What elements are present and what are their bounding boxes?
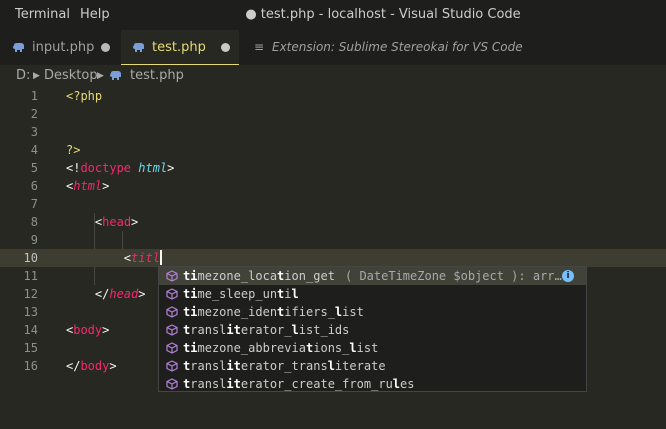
php-elephant-icon: [133, 43, 144, 52]
line-number: 14: [23, 323, 38, 337]
suggest-item[interactable]: timezone_abbreviations_list: [159, 339, 586, 357]
suggest-item[interactable]: timezone_location_get ( DateTimeZone $obj…: [159, 267, 586, 285]
text-cursor: [159, 250, 162, 265]
info-icon[interactable]: i: [562, 270, 574, 282]
line-number: 5: [30, 161, 38, 175]
suggest-item[interactable]: transliterator_create_from_rules: [159, 375, 586, 393]
line-number: 15: [23, 341, 38, 355]
code-line-current[interactable]: 10 <titl: [0, 249, 666, 267]
suggest-item-label: timezone_location_get: [183, 269, 335, 283]
suggest-item[interactable]: transliterator_list_ids: [159, 321, 586, 339]
title-bar: Terminal Help ● test.php - localhost - V…: [0, 0, 666, 30]
method-cube-icon: [166, 378, 178, 390]
code-text: <html>: [66, 179, 110, 193]
code-line[interactable]: 7: [0, 195, 666, 213]
tab-label: input.php: [32, 40, 95, 55]
tab-test-php[interactable]: test.php: [121, 30, 239, 65]
code-line[interactable]: 1 <?php: [0, 87, 666, 105]
code-text: <?php: [66, 89, 103, 103]
suggest-item-label: transliterator_transliterate: [183, 359, 386, 373]
code-text: <body>: [66, 323, 110, 337]
breadcrumb-file[interactable]: test.php: [130, 65, 184, 87]
tab-label: test.php: [152, 40, 206, 55]
method-cube-icon: [166, 360, 178, 372]
line-number: 9: [30, 233, 38, 247]
code-line[interactable]: 2: [0, 105, 666, 123]
chevron-right-icon: ▶: [33, 71, 40, 81]
tab-extension[interactable]: ≡ Extension: Sublime Stereokai for VS Co…: [239, 30, 523, 65]
line-number: 8: [30, 215, 38, 229]
suggest-item[interactable]: transliterator_transliterate: [159, 357, 586, 375]
suggest-item-label: transliterator_list_ids: [183, 323, 350, 337]
modified-dot-icon[interactable]: [101, 43, 110, 52]
suggest-item-label: transliterator_create_from_rules: [183, 377, 415, 391]
code-line[interactable]: 3: [0, 123, 666, 141]
tab-bar: input.php test.php ≡ Extension: Sublime …: [0, 30, 666, 65]
code-text: </body>: [66, 359, 117, 373]
code-line[interactable]: 8 <head>: [0, 213, 666, 231]
php-elephant-icon: [13, 43, 24, 52]
suggest-item-label: time_sleep_until: [183, 287, 299, 301]
code-text: </head>: [94, 287, 146, 301]
method-cube-icon: [166, 306, 178, 318]
line-number: 2: [30, 107, 38, 121]
method-cube-icon: [166, 324, 178, 336]
code-line[interactable]: 4 ?>: [0, 141, 666, 159]
suggest-item-label: timezone_abbreviations_list: [183, 341, 379, 355]
method-cube-icon: [166, 270, 178, 282]
line-number: 3: [30, 125, 38, 139]
line-number: 7: [30, 197, 38, 211]
modified-dot-icon[interactable]: [221, 43, 230, 52]
code-line[interactable]: 6 <html>: [0, 177, 666, 195]
autocomplete-suggest-widget[interactable]: timezone_location_get ( DateTimeZone $obj…: [158, 266, 587, 392]
line-number: 1: [30, 89, 38, 103]
breadcrumb: D: ▶ Desktop ▶ test.php: [0, 65, 666, 87]
method-cube-icon: [166, 342, 178, 354]
suggest-item[interactable]: time_sleep_until: [159, 285, 586, 303]
tab-label: Extension: Sublime Stereokai for VS Code: [272, 40, 523, 54]
extension-lines-icon: ≡: [254, 40, 265, 54]
line-number: 12: [23, 287, 38, 301]
window-title: ● test.php - localhost - Visual Studio C…: [245, 7, 521, 22]
suggest-item-detail: ( DateTimeZone $object ): arr…: [345, 269, 562, 283]
suggest-item[interactable]: timezone_identifiers_list: [159, 303, 586, 321]
line-number: 13: [23, 305, 38, 319]
code-text: ?>: [66, 143, 81, 157]
line-number: 16: [23, 359, 38, 373]
code-text: <titl: [123, 250, 162, 265]
php-elephant-icon: [110, 71, 121, 80]
chevron-right-icon: ▶: [97, 71, 104, 81]
code-line[interactable]: 9: [0, 231, 666, 249]
code-text: <!doctype html>: [66, 161, 175, 175]
line-number: 4: [30, 143, 38, 157]
method-cube-icon: [166, 288, 178, 300]
breadcrumb-folder[interactable]: Desktop: [44, 65, 98, 87]
code-text: <head>: [94, 215, 139, 229]
tab-input-php[interactable]: input.php: [0, 30, 121, 65]
code-line[interactable]: 5 <!doctype html>: [0, 159, 666, 177]
line-number: 6: [30, 179, 38, 193]
line-number: 11: [23, 269, 38, 283]
suggest-item-label: timezone_identifiers_list: [183, 305, 364, 319]
breadcrumb-drive[interactable]: D:: [16, 65, 30, 87]
line-number: 10: [23, 251, 38, 265]
